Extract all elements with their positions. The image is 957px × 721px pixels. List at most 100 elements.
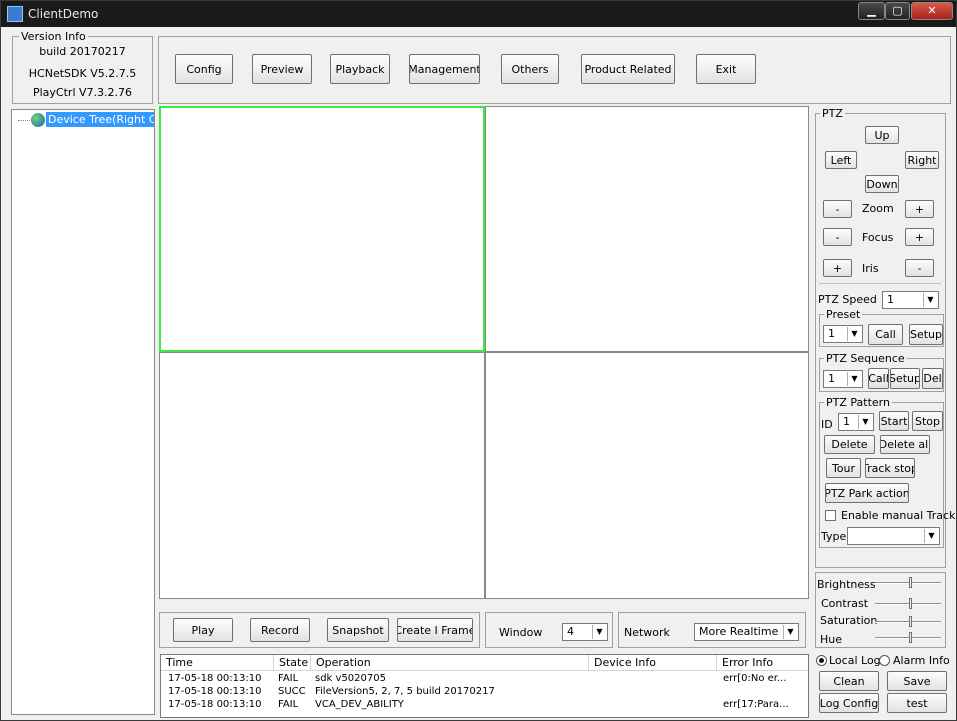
preview-button[interactable]: Preview <box>252 54 312 84</box>
pattern-id-select[interactable]: 1 ▼ <box>838 413 874 431</box>
zoom-label: Zoom <box>862 202 894 215</box>
sequence-del-button[interactable]: Del <box>922 368 943 389</box>
device-tree[interactable]: Device Tree(Right Click <box>11 109 155 715</box>
log-cell-operation: sdk v5020705 <box>315 673 386 684</box>
dropdown-arrow-icon: ▼ <box>783 625 797 639</box>
ptz-pattern-group: PTZ Pattern ID 1 ▼ Start Stop Delete Dele… <box>819 396 955 548</box>
focus-label: Focus <box>862 231 894 244</box>
video-pane-4[interactable] <box>485 352 809 599</box>
saturation-slider[interactable] <box>875 616 941 628</box>
ptz-sequence-group: PTZ Sequence 1 ▼ Call Setup Del <box>819 352 944 392</box>
ptz-down-button[interactable]: Down <box>865 175 899 193</box>
iris-open-button[interactable]: + <box>823 259 852 277</box>
contrast-slider[interactable] <box>875 598 941 610</box>
iris-label: Iris <box>862 262 879 275</box>
video-pane-3[interactable] <box>159 352 485 599</box>
sequence-select[interactable]: 1 ▼ <box>823 370 863 388</box>
save-log-button[interactable]: Save <box>887 671 947 691</box>
build-label: build 20170217 <box>39 45 126 58</box>
sequence-call-button[interactable]: Call <box>868 368 889 389</box>
others-button[interactable]: Others <box>501 54 559 84</box>
sequence-setup-button[interactable]: Setup <box>890 368 920 389</box>
log-cell-time: 17-05-18 00:13:10 <box>168 673 262 684</box>
slider-thumb[interactable] <box>908 632 912 643</box>
pattern-start-button[interactable]: Start <box>879 411 909 431</box>
pattern-delete-button[interactable]: Delete <box>824 435 875 454</box>
minimize-button[interactable]: ▁ <box>858 2 885 20</box>
log-header-operation[interactable]: Operation <box>311 655 589 671</box>
iris-close-button[interactable]: - <box>905 259 934 277</box>
clean-log-button[interactable]: Clean <box>819 671 879 691</box>
local-log-radio[interactable] <box>816 655 827 666</box>
zoom-in-button[interactable]: + <box>905 200 934 218</box>
ptz-speed-value: 1 <box>887 293 894 306</box>
preset-call-button[interactable]: Call <box>868 324 903 345</box>
preset-setup-button[interactable]: Setup <box>909 324 943 345</box>
config-button[interactable]: Config <box>175 54 233 84</box>
alarm-info-radio[interactable] <box>879 655 890 666</box>
pattern-id-value: 1 <box>843 415 850 428</box>
ptz-speed-select[interactable]: 1 ▼ <box>882 291 939 309</box>
playback-button[interactable]: Playback <box>330 54 390 84</box>
close-button[interactable]: ✕ <box>911 2 953 20</box>
snapshot-button[interactable]: Snapshot <box>327 618 389 642</box>
ptz-left-button[interactable]: Left <box>825 151 857 169</box>
log-header-state[interactable]: State <box>274 655 311 671</box>
pattern-id-label: ID <box>821 418 833 431</box>
log-table[interactable]: Time State Operation Device Info Error I… <box>160 654 809 718</box>
divider <box>819 283 941 284</box>
test-button[interactable]: test <box>887 693 947 713</box>
tree-connector <box>18 120 32 121</box>
log-cell-error: err[17:Para... <box>723 699 789 710</box>
log-config-button[interactable]: Log Config <box>819 693 879 713</box>
window-count-select[interactable]: 4 ▼ <box>562 623 608 641</box>
pattern-delete-all-button[interactable]: Delete all <box>880 435 930 454</box>
ptz-park-action-button[interactable]: PTZ Park action <box>825 483 909 503</box>
focus-near-button[interactable]: - <box>823 228 852 246</box>
log-header-error-info[interactable]: Error Info <box>717 655 808 671</box>
sequence-value: 1 <box>828 372 835 385</box>
record-button[interactable]: Record <box>250 618 310 642</box>
window-label: Window <box>499 626 543 639</box>
track-stop-button[interactable]: Track stop <box>865 458 915 478</box>
focus-far-button[interactable]: + <box>905 228 934 246</box>
hue-slider[interactable] <box>875 632 941 644</box>
version-info-group: Version Info build 20170217 HCNetSDK V5.… <box>12 30 153 104</box>
brightness-slider[interactable] <box>875 577 941 589</box>
log-cell-state: FAIL <box>278 699 299 710</box>
title-bar: ClientDemo ▁ ▢ ✕ <box>1 1 956 27</box>
play-button[interactable]: Play <box>173 618 233 642</box>
hue-label: Hue <box>820 633 843 646</box>
management-button[interactable]: Management <box>409 54 480 84</box>
menu-group: Config Preview Playback Management Other… <box>158 36 951 104</box>
network-value: More Realtime <box>699 625 779 638</box>
tour-button[interactable]: Tour <box>826 458 861 478</box>
slider-thumb[interactable] <box>908 598 912 609</box>
log-header-device-info[interactable]: Device Info <box>589 655 717 671</box>
playback-controls-group: Play Record Snapshot Create I Frame <box>159 612 480 648</box>
log-cell-state: SUCC <box>278 686 306 697</box>
log-header-time[interactable]: Time <box>161 655 274 671</box>
slider-thumb[interactable] <box>908 577 912 588</box>
pattern-stop-button[interactable]: Stop <box>912 411 943 431</box>
zoom-out-button[interactable]: - <box>823 200 852 218</box>
ptz-right-button[interactable]: Right <box>905 151 939 169</box>
ptz-up-button[interactable]: Up <box>865 126 899 144</box>
video-pane-1[interactable] <box>159 106 485 352</box>
type-label: Type <box>821 530 847 543</box>
ptz-group: PTZ Up Left Right Down - Zoom + - Focus … <box>815 107 955 568</box>
device-tree-root[interactable]: Device Tree(Right Click <box>46 112 154 127</box>
contrast-label: Contrast <box>821 597 869 610</box>
video-pane-2[interactable] <box>485 106 809 352</box>
enable-manual-track-checkbox[interactable] <box>825 510 836 521</box>
type-select[interactable]: ▼ <box>847 527 940 545</box>
preset-select[interactable]: 1 ▼ <box>823 325 863 343</box>
product-related-button[interactable]: Product Related <box>581 54 675 84</box>
maximize-button[interactable]: ▢ <box>885 2 910 20</box>
create-iframe-button[interactable]: Create I Frame <box>397 618 473 642</box>
network-select[interactable]: More Realtime ▼ <box>694 623 799 641</box>
dropdown-arrow-icon: ▼ <box>858 415 872 429</box>
slider-thumb[interactable] <box>908 616 912 627</box>
preset-caption: Preset <box>824 308 863 321</box>
exit-button[interactable]: Exit <box>696 54 756 84</box>
